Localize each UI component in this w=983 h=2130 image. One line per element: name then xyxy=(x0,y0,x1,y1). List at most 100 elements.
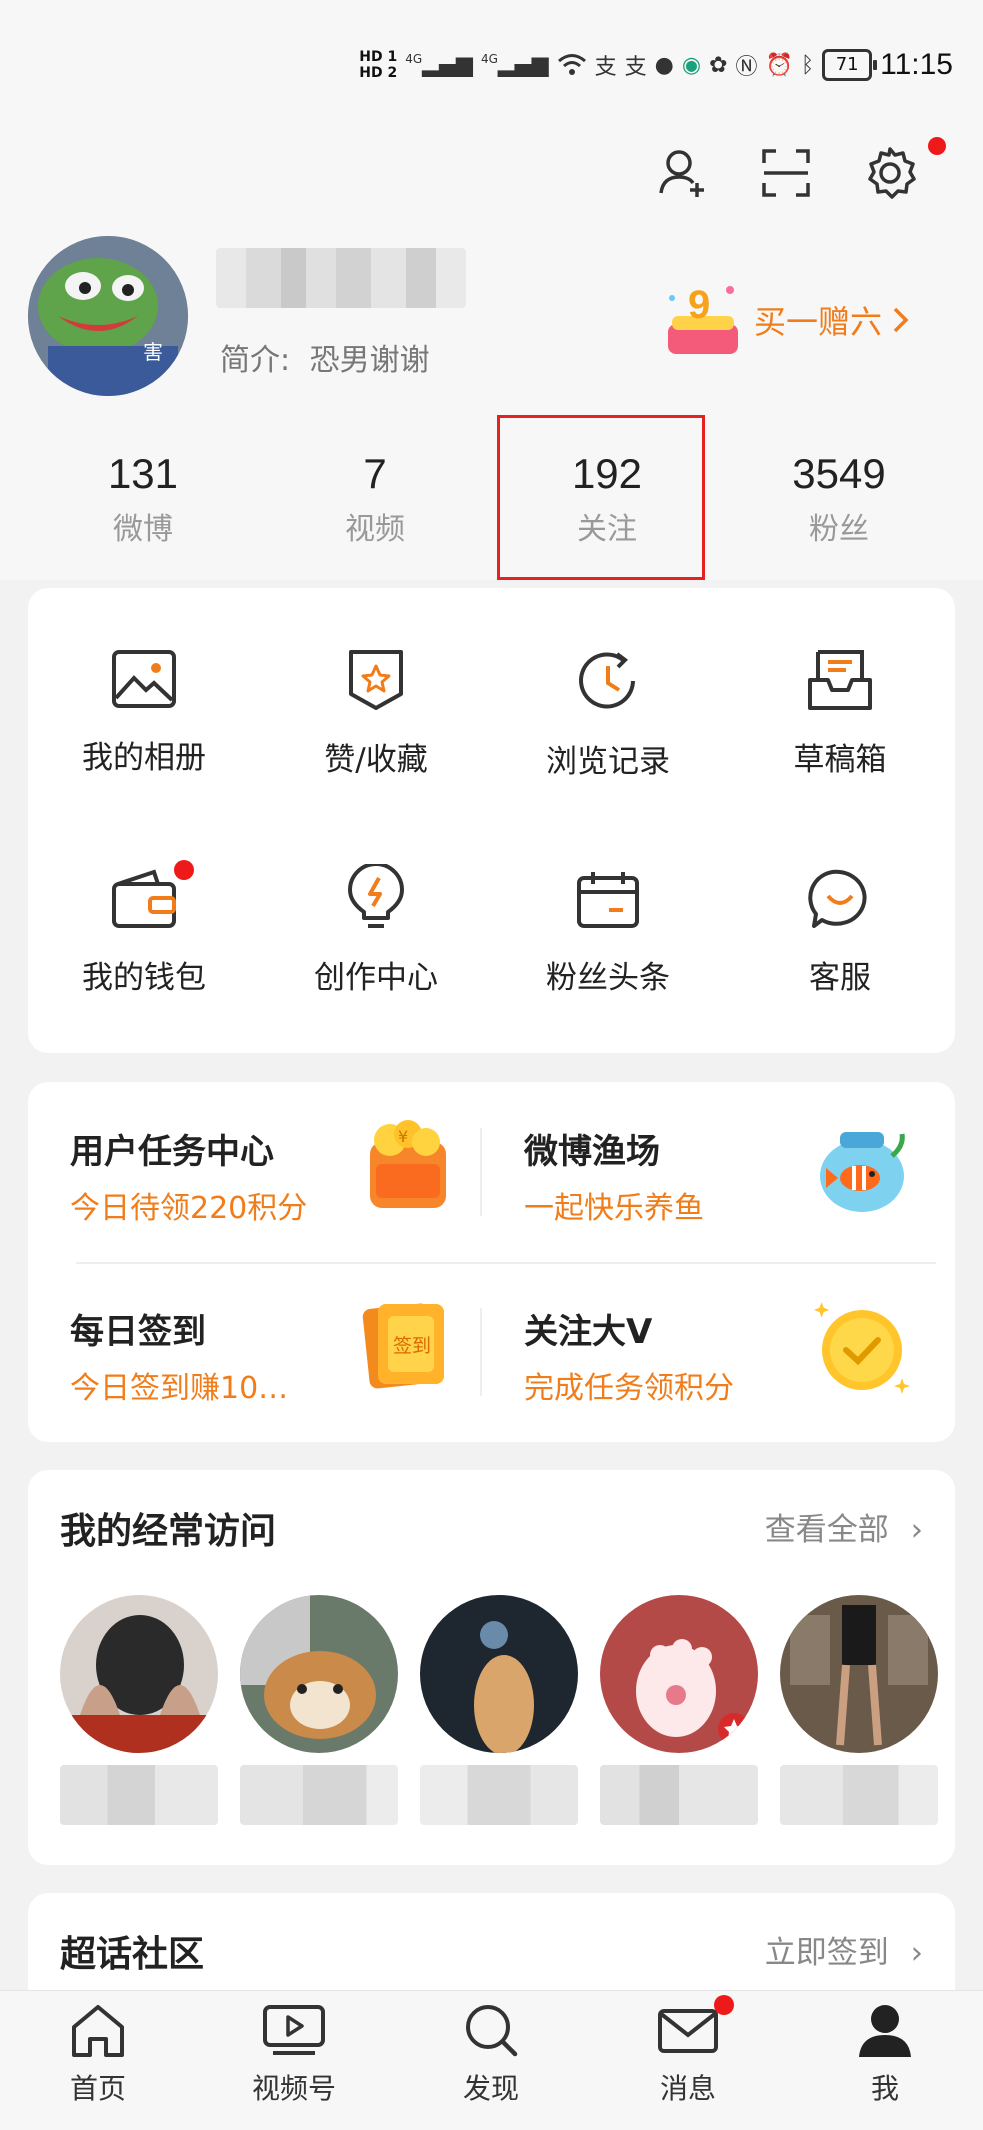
tasks-card: 用户任务中心 今日待领220积分 ¥ 微博渔场 一起快乐养鱼 每日签到 今日签到… xyxy=(28,1082,955,1442)
avatar[interactable]: 害 xyxy=(28,236,188,396)
frequent-friend[interactable] xyxy=(60,1595,218,1825)
search-icon xyxy=(466,2005,518,2057)
svg-text:9: 9 xyxy=(688,283,710,327)
bottom-nav: 首页 视频号 发现 消息 我 xyxy=(0,1990,983,2130)
frequent-friend[interactable] xyxy=(240,1595,398,1825)
checkmark-medal-icon xyxy=(813,1302,910,1394)
friend-name-redacted xyxy=(240,1765,398,1825)
menu-label: 我的钱包 xyxy=(82,960,206,996)
friend-name-redacted xyxy=(420,1765,578,1825)
menu-item-history[interactable]: 浏览记录 xyxy=(492,648,724,781)
bio-label: 简介: xyxy=(220,343,291,378)
menu-item-support[interactable]: 客服 xyxy=(724,868,956,997)
menu-label: 粉丝头条 xyxy=(546,960,670,996)
friend-name-redacted xyxy=(60,1765,218,1825)
profile-stats: 131 微博 7 视频 192 关注 3549 粉丝 xyxy=(0,440,983,580)
checkin-label: 立即签到 xyxy=(764,1935,889,1971)
mail-icon xyxy=(658,2009,718,2053)
task-subtitle: 一起快乐养鱼 xyxy=(524,1191,704,1226)
username-redacted xyxy=(216,248,466,308)
menu-item-wallet[interactable]: 我的钱包 xyxy=(28,860,260,997)
stat-number: 7 xyxy=(363,450,387,497)
video-icon xyxy=(263,2005,325,2055)
alipay-icon: 支 xyxy=(594,55,617,80)
friend-name-redacted xyxy=(780,1765,938,1825)
frequent-friend[interactable] xyxy=(600,1595,758,1825)
promo-banner[interactable]: 9 买一赠六 xyxy=(660,280,912,360)
nav-label: 视频号 xyxy=(251,2072,336,2105)
bio-value: 恐男谢谢 xyxy=(309,343,430,378)
nav-discover[interactable]: 发现 xyxy=(393,1991,589,2107)
view-all-label: 查看全部 xyxy=(764,1512,889,1548)
frequent-friend[interactable] xyxy=(420,1595,578,1825)
task-fish-farm[interactable]: 微博渔场 一起快乐养鱼 xyxy=(524,1124,704,1227)
avatar-badge-text: 害 xyxy=(143,340,163,364)
alipay-icon-2: 支 xyxy=(624,55,647,80)
fishbowl-icon xyxy=(820,1132,905,1212)
task-title: 用户任务中心 xyxy=(70,1132,274,1172)
task-daily-checkin[interactable]: 每日签到 今日签到赚10… xyxy=(70,1304,288,1407)
stat-followers[interactable]: 3549 粉丝 xyxy=(723,440,955,548)
friend-avatar xyxy=(240,1595,398,1753)
friend-name-redacted xyxy=(600,1765,758,1825)
status-bar: HD 1 HD 2 4G▂▄▆ 4G▂▄▆ 支 支 ● ◉ ✿ Ⓝ ⏰ ᛒ 71… xyxy=(0,0,983,140)
nav-label: 消息 xyxy=(659,2072,716,2105)
view-all-link[interactable]: 查看全部 › xyxy=(765,1504,923,1549)
wallet-icon xyxy=(112,869,176,928)
task-title: 关注大V xyxy=(524,1312,653,1352)
clock: 11:15 xyxy=(880,48,953,81)
menu-label: 客服 xyxy=(809,960,871,996)
message-bubble-icon: ● xyxy=(654,52,674,78)
menu-label: 浏览记录 xyxy=(546,744,670,780)
divider xyxy=(480,1128,482,1216)
chevron-right-icon: › xyxy=(910,1512,923,1548)
wechat-icon: ✿ xyxy=(709,52,728,78)
menu-card: 我的相册 赞/收藏 浏览记录 草稿箱 我的钱包 创作中心 粉丝头条 客服 xyxy=(28,588,955,1053)
add-friend-icon[interactable] xyxy=(655,145,711,201)
signal-icon-2: 4G▂▄▆ xyxy=(480,52,549,78)
section-title: 我的经常访问 xyxy=(60,1511,277,1552)
nav-home[interactable]: 首页 xyxy=(0,1991,196,2107)
nav-messages[interactable]: 消息 xyxy=(590,1991,786,2107)
stat-label: 视频 xyxy=(345,512,405,547)
menu-item-album[interactable]: 我的相册 xyxy=(28,648,260,777)
chevron-right-icon: › xyxy=(910,1935,923,1971)
promo-label: 买一赠六 xyxy=(754,303,883,341)
menu-item-fans-headline[interactable]: 粉丝头条 xyxy=(492,868,724,997)
signal-icon: 4G▂▄▆ xyxy=(405,52,473,78)
friend-avatar xyxy=(420,1595,578,1753)
menu-item-creator[interactable]: 创作中心 xyxy=(260,864,492,997)
settings-icon[interactable] xyxy=(862,145,918,201)
checkin-link[interactable]: 立即签到 › xyxy=(765,1927,923,1972)
settings-notification-dot xyxy=(928,137,946,155)
battery-icon: 71 xyxy=(822,49,878,81)
stat-video[interactable]: 7 视频 xyxy=(259,440,491,548)
checkin-card-icon: 签到 xyxy=(362,1303,444,1389)
nav-label: 我 xyxy=(870,2072,899,2105)
task-follow-v[interactable]: 关注大V 完成任务领积分 xyxy=(524,1304,734,1407)
divider xyxy=(480,1308,482,1396)
lightbulb-icon xyxy=(348,864,404,928)
divider xyxy=(76,1262,936,1264)
friend-avatar xyxy=(780,1595,938,1753)
stat-weibo[interactable]: 131 微博 xyxy=(27,440,259,548)
wallet-notification-dot xyxy=(174,860,194,880)
section-title: 超话社区 xyxy=(60,1934,205,1975)
nav-video[interactable]: 视频号 xyxy=(196,1991,392,2107)
wifi-icon xyxy=(557,54,586,75)
drafts-icon xyxy=(808,650,872,710)
chevron-right-icon xyxy=(893,307,909,333)
menu-label: 草稿箱 xyxy=(793,742,887,778)
scan-icon[interactable] xyxy=(758,145,814,201)
task-user-center[interactable]: 用户任务中心 今日待领220积分 xyxy=(70,1124,307,1227)
menu-item-likes[interactable]: 赞/收藏 xyxy=(260,648,492,779)
nav-me[interactable]: 我 xyxy=(787,1991,983,2107)
task-subtitle: 今日待领220积分 xyxy=(70,1191,308,1226)
frequent-friend[interactable] xyxy=(780,1595,938,1825)
task-title: 每日签到 xyxy=(70,1312,206,1352)
dual-sim-indicator: HD 1 HD 2 xyxy=(359,49,397,81)
profile-icon xyxy=(859,2005,911,2057)
chat-icon xyxy=(808,869,867,928)
menu-item-drafts[interactable]: 草稿箱 xyxy=(724,648,956,779)
nfc-icon: Ⓝ xyxy=(735,55,758,80)
